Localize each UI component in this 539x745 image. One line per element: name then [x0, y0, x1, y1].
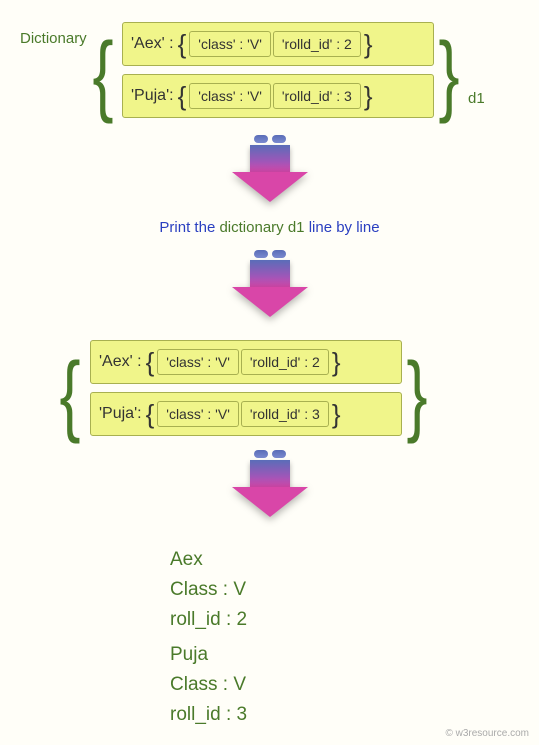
row-brace-right: }: [332, 399, 341, 430]
row-brace-left: {: [146, 399, 155, 430]
output-block-2: Puja Class : V roll_id : 3: [170, 640, 247, 730]
dict-key: 'Puja':: [99, 405, 142, 423]
kv-cell: 'rolld_id' : 2: [273, 31, 361, 57]
dict-row: 'Puja': { 'class' : 'V' 'rolld_id' : 3 }: [122, 74, 434, 118]
d1-label: d1: [468, 90, 485, 107]
kv-cell: 'class' : 'V': [157, 401, 239, 427]
arrow-down-icon: [232, 250, 308, 317]
kv-cell: 'class' : 'V': [189, 83, 271, 109]
row-brace-right: }: [332, 347, 341, 378]
output-line: roll_id : 3: [170, 700, 247, 730]
kv-cell: 'class' : 'V': [189, 31, 271, 57]
caption-suffix: line by line: [309, 219, 380, 236]
output-line: Class : V: [170, 670, 247, 700]
dict-key: 'Aex' :: [131, 35, 174, 53]
dict-key: 'Puja':: [131, 87, 174, 105]
footer-credit: © w3resource.com: [445, 728, 529, 739]
row-brace-left: {: [178, 29, 187, 60]
outer-brace-right: }: [407, 350, 428, 440]
output-block-1: Aex Class : V roll_id : 2: [170, 545, 247, 635]
outer-brace-left: {: [60, 350, 81, 440]
caption-prefix: Print the: [159, 219, 215, 236]
outer-brace-left: {: [93, 30, 114, 120]
row-brace-right: }: [364, 29, 373, 60]
kv-cell: 'rolld_id' : 3: [241, 401, 329, 427]
outer-brace-right: }: [439, 30, 460, 120]
arrow-down-icon: [232, 450, 308, 517]
dictionary-label: Dictionary: [20, 30, 87, 47]
output-line: roll_id : 2: [170, 605, 247, 635]
kv-cell: 'rolld_id' : 3: [273, 83, 361, 109]
row-brace-left: {: [146, 347, 155, 378]
output-line: Aex: [170, 545, 247, 575]
dict-key: 'Aex' :: [99, 353, 142, 371]
row-brace-right: }: [364, 81, 373, 112]
row-brace-left: {: [178, 81, 187, 112]
dict-row: 'Aex' : { 'class' : 'V' 'rolld_id' : 2 }: [122, 22, 434, 66]
arrow-down-icon: [232, 135, 308, 202]
dict-row: 'Puja': { 'class' : 'V' 'rolld_id' : 3 }: [90, 392, 402, 436]
output-line: Puja: [170, 640, 247, 670]
kv-cell: 'class' : 'V': [157, 349, 239, 375]
output-line: Class : V: [170, 575, 247, 605]
dict-row: 'Aex' : { 'class' : 'V' 'rolld_id' : 2 }: [90, 340, 402, 384]
kv-cell: 'rolld_id' : 2: [241, 349, 329, 375]
caption-mid: dictionary d1: [215, 219, 308, 236]
caption-text: Print the dictionary d1 line by line: [159, 219, 379, 236]
